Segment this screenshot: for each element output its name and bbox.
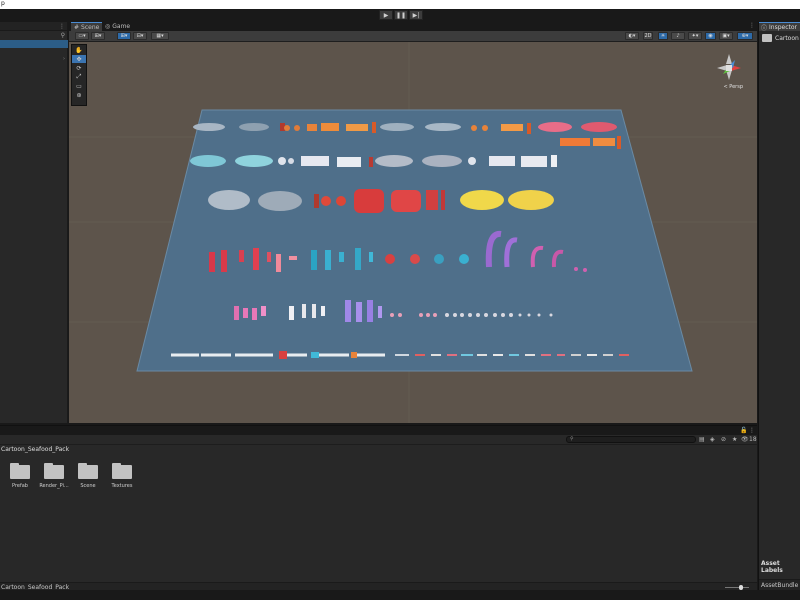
scene-tab-menu-icon[interactable]: ⋮ xyxy=(749,22,755,29)
folder-item-prefab[interactable]: Prefab xyxy=(8,463,32,489)
hierarchy-panel: ⋮ ⚲ › xyxy=(0,22,68,423)
scene-toolbar: ▭▾ ⊞▾ ⊞▾ ⊟▾ ▦▾ ◐▾ 2D ☀ ♪ ✦▾ ◉ ▣▾ ⊕▾ xyxy=(69,31,757,42)
scale-tool-icon[interactable]: ⤢ xyxy=(72,73,86,81)
tag-icon[interactable]: ⊘ xyxy=(721,436,726,443)
gizmos-button[interactable]: ⊕▾ xyxy=(737,32,753,40)
asset-bundle-label[interactable]: AssetBundle xyxy=(759,579,800,590)
camera-settings-button[interactable]: ▣▾ xyxy=(719,32,733,40)
hierarchy-menu-icon[interactable]: ⋮ xyxy=(59,23,65,30)
folder-icon xyxy=(112,463,132,479)
audio-toggle-button[interactable]: ♪ xyxy=(671,32,685,40)
inspector-tab-label: Inspector xyxy=(769,23,798,31)
editor-status-bar xyxy=(0,590,800,600)
folder-icon xyxy=(10,463,30,479)
step-button[interactable]: ▶| xyxy=(409,10,423,20)
transform-tool-icon[interactable]: ⊛ xyxy=(72,91,86,99)
effects-button[interactable]: ✦▾ xyxy=(688,32,702,40)
draw-mode-button[interactable]: ◐▾ xyxy=(625,32,639,40)
project-menu-icon[interactable]: ⋮ xyxy=(749,427,755,434)
project-tab-bar: 🔓 ⋮ xyxy=(0,426,757,435)
folder-grid: Prefab Render_Pi... Scene Textures xyxy=(8,463,134,489)
filter-label-icon[interactable]: ◈ xyxy=(710,436,715,443)
grid-snap-button[interactable]: ⊞▾ xyxy=(117,32,131,40)
hidden-objects-button[interactable]: ◉ xyxy=(705,32,716,40)
expand-arrow-icon[interactable]: › xyxy=(63,56,65,62)
project-panel: 🔓 ⋮ ⚲ ▤ ◈ ⊘ ★ 👁 18 Cartoon_Seafood_Pack … xyxy=(0,425,757,591)
folder-label: Scene xyxy=(80,483,96,489)
tab-inspector[interactable]: ⓘ Inspector xyxy=(759,22,800,32)
project-search-input[interactable]: ⚲ xyxy=(566,436,696,443)
inspector-panel: ⓘ Inspector Cartoon Asset Labels AssetBu… xyxy=(758,22,800,590)
hidden-count-icon[interactable]: 👁 xyxy=(741,436,749,443)
play-button[interactable]: ▶ xyxy=(379,10,393,20)
window-title: p xyxy=(1,0,5,7)
icon-size-slider[interactable] xyxy=(725,585,749,590)
gamepad-icon: ◎ xyxy=(105,23,111,30)
filter-type-icon[interactable]: ▤ xyxy=(699,436,705,443)
folder-icon xyxy=(78,463,98,479)
hand-tool-icon[interactable]: ✋ xyxy=(72,46,86,54)
play-controls: ▶ ❚❚ ▶| xyxy=(379,10,423,20)
inspector-selected-name: Cartoon xyxy=(775,34,799,42)
hash-icon: # xyxy=(74,23,80,31)
hierarchy-search-icon[interactable]: ⚲ xyxy=(61,32,65,39)
tab-game-label: Game xyxy=(112,23,131,30)
tool-palette: ✋ ✥ ⟳ ⤢ ▭ ⊛ xyxy=(71,44,87,106)
folder-item-scene[interactable]: Scene xyxy=(76,463,100,489)
rotate-tool-icon[interactable]: ⟳ xyxy=(72,64,86,72)
folder-item-render-pipeline[interactable]: Render_Pi... xyxy=(39,463,69,489)
folder-label: Prefab xyxy=(12,483,28,489)
folder-icon xyxy=(762,34,772,42)
window-title-strip: p xyxy=(0,0,800,9)
folder-item-textures[interactable]: Textures xyxy=(110,463,134,489)
floor-plane xyxy=(69,42,757,423)
tab-scene-label: Scene xyxy=(81,23,100,31)
tab-game[interactable]: ◎ Game xyxy=(102,22,133,31)
hierarchy-toolbar: ⋮ xyxy=(0,22,67,31)
breadcrumb[interactable]: Cartoon_Seafood_Pack xyxy=(0,445,757,454)
scene-tab-bar: # Scene ◎ Game ⋮ xyxy=(69,22,757,31)
move-tool-icon[interactable]: ✥ xyxy=(72,55,86,63)
info-icon: ⓘ xyxy=(761,24,768,32)
2d-toggle-button[interactable]: 2D xyxy=(643,32,653,40)
scene-panel: # Scene ◎ Game ⋮ ▭▾ ⊞▾ ⊞▾ ⊟▾ ▦▾ ◐▾ 2D ☀ … xyxy=(69,22,757,423)
view-options-button[interactable]: ⊞▾ xyxy=(91,32,105,40)
project-toolbar: ⚲ ▤ ◈ ⊘ ★ 👁 18 xyxy=(0,435,757,445)
rect-tool-icon[interactable]: ▭ xyxy=(72,82,86,90)
play-toolbar: ▶ ❚❚ ▶| xyxy=(0,9,800,22)
hierarchy-selected-row[interactable] xyxy=(0,40,68,48)
lock-icon[interactable]: 🔓 xyxy=(740,427,747,434)
tab-scene[interactable]: # Scene xyxy=(71,22,103,31)
folder-icon xyxy=(44,463,64,479)
scene-viewport[interactable]: ✋ ✥ ⟳ ⤢ ▭ ⊛ < Persp xyxy=(69,42,757,423)
grid-options-button[interactable]: ▦▾ xyxy=(151,32,169,40)
inspector-selected-item: Cartoon xyxy=(762,34,799,42)
pause-button[interactable]: ❚❚ xyxy=(394,10,408,20)
folder-label: Render_Pi... xyxy=(39,483,69,489)
lighting-toggle-button[interactable]: ☀ xyxy=(658,32,668,40)
perspective-label[interactable]: < Persp xyxy=(723,84,743,90)
asset-labels-heading: Asset Labels xyxy=(761,560,783,574)
increment-snap-button[interactable]: ⊟▾ xyxy=(133,32,147,40)
folder-label: Textures xyxy=(111,483,133,489)
star-icon[interactable]: ★ xyxy=(732,436,737,443)
transform-tools-button[interactable]: ▭▾ xyxy=(75,32,89,40)
hidden-count: 18 xyxy=(749,436,757,443)
